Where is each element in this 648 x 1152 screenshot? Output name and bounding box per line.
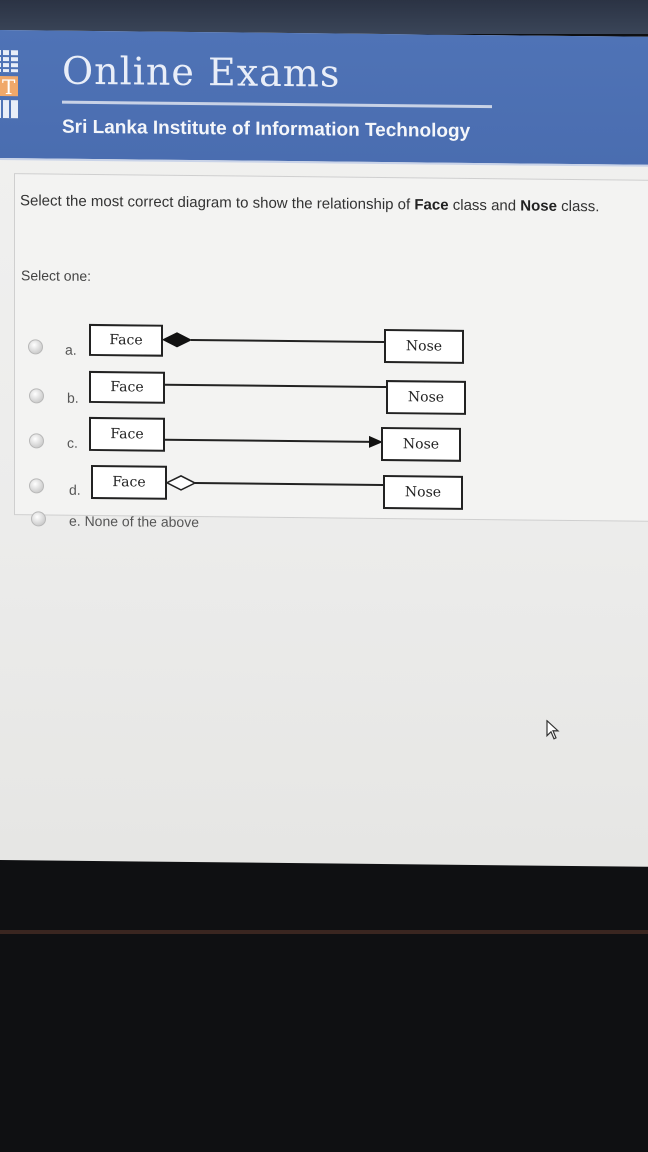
option-a-radio[interactable] xyxy=(28,339,43,355)
question-prefix: Select the most correct diagram to show … xyxy=(20,192,415,214)
option-c-nose-box: Nose xyxy=(381,426,461,462)
question-class-nose: Nose xyxy=(520,197,557,215)
option-a-face-box: Face xyxy=(89,323,163,357)
monitor-bezel xyxy=(0,0,648,34)
option-b-face-box: Face xyxy=(89,370,165,404)
option-d-letter: d. xyxy=(69,481,81,498)
option-b-letter: b. xyxy=(67,389,79,406)
option-a-nose-box: Nose xyxy=(384,329,464,364)
site-title: Online Exams xyxy=(62,48,341,96)
option-a-letter: a. xyxy=(65,341,77,358)
question-class-face: Face xyxy=(414,196,449,214)
option-d-aggregation-connector xyxy=(167,475,385,491)
svg-text:T: T xyxy=(2,75,16,99)
option-b-radio[interactable] xyxy=(29,388,44,404)
question-card: Select the most correct diagram to show … xyxy=(14,173,648,530)
question-text: Select the most correct diagram to show … xyxy=(20,192,599,215)
option-d-face-box: Face xyxy=(91,464,167,500)
question-suffix: class. xyxy=(556,197,600,216)
institute-logo-icon: T xyxy=(0,49,18,119)
monitor-edge xyxy=(0,930,648,934)
option-c-face-box: Face xyxy=(89,416,165,452)
option-b-association-connector xyxy=(165,383,387,389)
option-d-nose-box: Nose xyxy=(383,475,463,510)
option-e-label: e. None of the above xyxy=(69,512,199,531)
option-c-directed-connector xyxy=(165,435,383,448)
option-d-radio[interactable] xyxy=(29,478,44,494)
browser-screen: T Online Exams Sri Lanka Institute of In… xyxy=(0,30,648,867)
option-c-letter: c. xyxy=(67,434,78,451)
title-divider xyxy=(62,100,492,109)
option-c-radio[interactable] xyxy=(29,433,44,449)
site-header: T Online Exams Sri Lanka Institute of In… xyxy=(0,30,648,167)
option-b-nose-box: Nose xyxy=(386,380,466,415)
question-middle: class and xyxy=(448,196,521,215)
mouse-pointer-icon xyxy=(546,719,560,740)
institute-name: Sri Lanka Institute of Information Techn… xyxy=(62,116,471,142)
option-a-composition-connector xyxy=(163,332,385,348)
option-e-radio[interactable] xyxy=(31,511,46,527)
select-one-label: Select one: xyxy=(21,267,92,284)
